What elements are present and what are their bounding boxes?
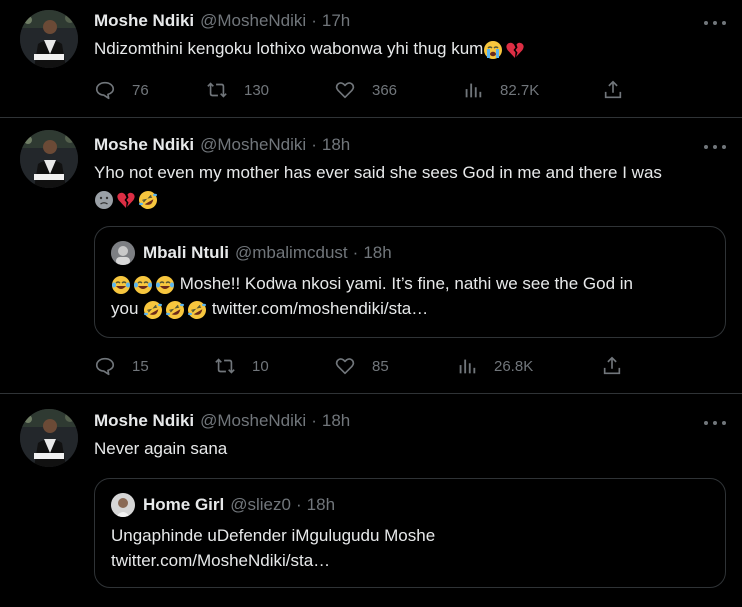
quote-author-handle: @sliez0 [230,495,291,514]
views-button[interactable]: 26.8K [456,354,533,378]
emoji-group [111,275,175,295]
emoji-group [483,40,525,60]
separator-dot: · [352,243,359,262]
timestamp[interactable]: 18h [322,411,350,431]
retweet-count: 130 [244,81,270,99]
rolling-on-floor-laughing-icon [144,300,163,319]
broken-heart-icon [506,42,524,58]
share-button[interactable] [602,78,624,102]
quote-avatar [111,493,135,517]
quote-text: Ungaphinde uDefender iMgulugudu Moshe tw… [111,523,711,573]
more-dots-icon[interactable] [704,139,726,155]
more-dots-icon[interactable] [704,415,726,431]
quote-author-name: Home Girl [143,495,225,514]
quote-link[interactable]: twitter.com/MosheNdiki/sta… [111,551,330,570]
share-button[interactable] [601,354,623,378]
tweet-1[interactable]: Moshe Ndiki @MosheNdiki · 17h Ndizomthin… [0,0,742,117]
reply-button[interactable]: 15 [94,354,149,378]
timestamp[interactable]: 17h [322,11,350,31]
quote-header: Home Girl @sliez0 · 18h [111,493,335,517]
retweet-button[interactable]: 10 [214,354,269,378]
rolling-on-floor-laughing-icon [188,300,207,319]
quote-author-name: Mbali Ntuli [143,243,229,262]
face-with-tears-of-joy-icon [112,275,130,294]
avatar[interactable] [20,10,78,68]
tweet-2[interactable]: Moshe Ndiki @MosheNdiki · 18h Yho not ev… [0,118,742,393]
broken-heart-icon [117,192,135,208]
heart-icon [335,82,355,99]
quote-author-handle: @mbalimcdust [234,243,348,262]
retweet-count: 10 [252,357,269,375]
avatar[interactable] [20,409,78,467]
rolling-on-floor-laughing-icon [166,300,185,319]
views-count: 26.8K [494,357,534,375]
quote-timestamp: 18h [363,243,392,262]
author-handle[interactable]: @MosheNdiki [200,411,306,431]
quote-text-content: Moshe!! Kodwa nkosi yami. It’s fine, nat… [179,274,633,293]
reply-count: 76 [132,81,149,99]
tweet-text: Ndizomthini kengoku lothixo wabonwa yhi … [94,36,734,62]
heart-icon [335,358,355,375]
comment-bubble-icon [95,81,115,100]
like-count: 366 [372,81,398,99]
tweet-header: Moshe Ndiki @MosheNdiki · 18h [94,409,350,433]
tweet-text-content: Yho not even my mother has ever said she… [94,163,662,182]
quote-timestamp: 18h [306,495,336,514]
separator-dot: · [311,411,317,430]
author-handle[interactable]: @MosheNdiki [200,135,306,155]
separator-dot: · [295,495,302,514]
quoted-tweet[interactable]: Mbali Ntuli @mbalimcdust · 18h Moshe!! K… [94,226,726,338]
author-name[interactable]: Moshe Ndiki [94,11,194,31]
separator-dot: · [311,11,317,30]
quoted-tweet[interactable]: Home Girl @sliez0 · 18h Ungaphinde uDefe… [94,478,726,588]
slightly-frowning-face-icon [95,190,113,209]
tweet-3[interactable]: Moshe Ndiki @MosheNdiki · 18h Never agai… [0,394,742,607]
reply-count: 15 [132,357,149,375]
quote-text: Moshe!! Kodwa nkosi yami. It’s fine, nat… [111,271,711,321]
tweet-text: Yho not even my mother has ever said she… [94,160,734,212]
quote-link[interactable]: twitter.com/moshendiki/sta… [212,299,428,318]
retweet-button[interactable]: 130 [206,78,269,102]
tweet-header: Moshe Ndiki @MosheNdiki · 18h [94,133,350,157]
loudly-crying-face-icon [484,40,503,59]
bar-chart-icon [465,83,482,98]
timestamp[interactable]: 18h [322,135,350,155]
bar-chart-icon [459,359,476,374]
tweet-text: Never again sana [94,436,734,462]
tweet-text-content: Never again sana [94,439,228,458]
author-handle[interactable]: @MosheNdiki [200,11,306,31]
tweet-header: Moshe Ndiki @MosheNdiki · 17h [94,9,350,33]
rolling-on-floor-laughing-icon [139,190,157,209]
avatar[interactable] [20,130,78,188]
author-name[interactable]: Moshe Ndiki [94,411,194,431]
emoji-group [94,190,158,210]
views-button[interactable]: 82.7K [462,78,539,102]
tweet-actions: 76 130 366 82.7K [94,78,634,102]
more-dots-icon[interactable] [704,15,726,31]
emoji-group [143,300,207,320]
tweet-text-content: Ndizomthini kengoku lothixo wabonwa yhi … [94,39,484,58]
author-name[interactable]: Moshe Ndiki [94,135,194,155]
like-count: 85 [372,357,389,375]
quote-header: Mbali Ntuli @mbalimcdust · 18h [111,241,392,265]
comment-bubble-icon [95,357,115,376]
quote-avatar [111,241,135,265]
tweet-actions: 15 10 85 26.8K [94,354,634,378]
tweet-feed: Moshe Ndiki @MosheNdiki · 17h Ndizomthin… [0,0,742,607]
quote-text-content: Ungaphinde uDefender iMgulugudu Moshe [111,526,436,545]
like-button[interactable]: 366 [334,78,397,102]
views-count: 82.7K [500,81,540,99]
quote-text-content-2: you [111,299,139,318]
share-upload-icon [604,80,622,99]
separator-dot: · [311,135,317,154]
like-button[interactable]: 85 [334,354,389,378]
reply-button[interactable]: 76 [94,78,149,102]
share-upload-icon [603,356,621,375]
face-with-tears-of-joy-icon [134,275,152,294]
face-with-tears-of-joy-icon [156,275,174,294]
retweet-arrows-icon [215,358,235,374]
retweet-arrows-icon [207,82,227,98]
